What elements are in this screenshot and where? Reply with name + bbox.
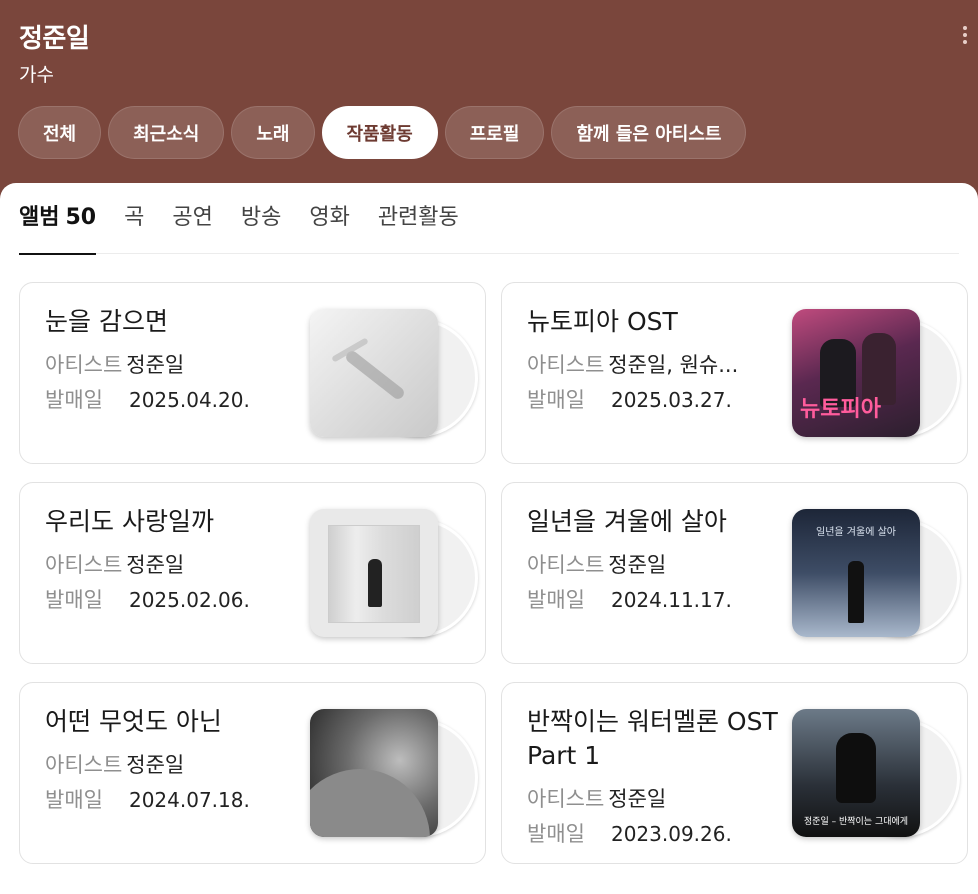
album-card[interactable]: 눈을 감으면 아티스트 정준일 발매일 2025.04.20. [19, 282, 486, 464]
release-label: 발매일 [527, 588, 585, 612]
album-date-row: 발매일 2025.02.06. [45, 584, 250, 614]
album-date-row: 발매일 2024.11.17. [527, 584, 732, 614]
album-artist-row: 아티스트 정준일, 원슈... [527, 349, 738, 379]
album-artist: 정준일, 원슈... [608, 353, 739, 377]
album-cover: 뉴토피아 [792, 309, 920, 437]
sub-tabs: 앨범 50 곡 공연 방송 영화 관련활동 [19, 200, 959, 255]
artist-label: 아티스트 [45, 753, 123, 777]
artist-label: 아티스트 [527, 353, 605, 377]
album-cover [310, 709, 438, 837]
tab-broadcasts[interactable]: 방송 [241, 200, 281, 254]
album-artist: 정준일 [126, 553, 185, 577]
chip-works[interactable]: 작품활동 [321, 106, 438, 159]
album-date: 2025.04.20. [128, 388, 250, 412]
tab-concerts[interactable]: 공연 [172, 200, 212, 254]
release-label: 발매일 [45, 588, 103, 612]
album-date-row: 발매일 2025.03.27. [527, 384, 732, 414]
album-card[interactable]: 우리도 사랑일까 아티스트 정준일 발매일 2025.02.06. [19, 482, 486, 664]
chip-news[interactable]: 최근소식 [108, 106, 225, 159]
album-card[interactable]: 어떤 무엇도 아닌 아티스트 정준일 발매일 2024.07.18. [19, 682, 486, 864]
album-date: 2023.09.26. [610, 822, 732, 846]
album-title: 뉴토피아 OST [527, 307, 678, 336]
album-artist-row: 아티스트 정준일 [527, 783, 666, 813]
album-card[interactable]: 일년을 겨울에 살아 아티스트 정준일 발매일 2024.11.17. 일년을 겨울… [501, 482, 968, 664]
album-cover [310, 309, 438, 437]
album-card[interactable]: 뉴토피아 OST 아티스트 정준일, 원슈... 발매일 2025.03.27. 뉴… [501, 282, 968, 464]
chip-songs[interactable]: 노래 [231, 106, 315, 159]
release-label: 발매일 [45, 788, 103, 812]
cover-caption: 정준일 – 반짝이는 그대에게 [803, 817, 909, 827]
album-date-row: 발매일 2023.09.26. [527, 818, 732, 848]
album-artist-row: 아티스트 정준일 [45, 349, 184, 379]
artist-label: 아티스트 [527, 553, 605, 577]
album-date-row: 발매일 2024.07.18. [45, 784, 250, 814]
cover-text: 일년을 겨울에 살아 [816, 527, 896, 538]
album-artist: 정준일 [608, 553, 667, 577]
album-title: 일년을 겨울에 살아 [527, 507, 727, 536]
album-artist-row: 아티스트 정준일 [527, 549, 666, 579]
album-date: 2025.02.06. [128, 588, 250, 612]
album-title: 눈을 감으면 [45, 307, 168, 336]
album-date: 2025.03.27. [610, 388, 732, 412]
chip-profile[interactable]: 프로필 [444, 106, 545, 159]
artist-label: 아티스트 [45, 553, 123, 577]
album-date-row: 발매일 2025.04.20. [45, 384, 250, 414]
more-vertical-icon[interactable] [958, 26, 972, 52]
category-chips: 전체 최근소식 노래 작품활동 프로필 함께 들은 아티스트 [18, 106, 747, 159]
chip-all[interactable]: 전체 [18, 106, 102, 159]
tab-albums-count: 50 [65, 205, 97, 230]
album-cover: 일년을 겨울에 살아 [792, 509, 920, 637]
album-card[interactable]: 반짝이는 워터멜론 OST Part 1 아티스트 정준일 발매일 2023.09.… [501, 682, 968, 864]
album-cover: 정준일 – 반짝이는 그대에게 [792, 709, 920, 837]
release-label: 발매일 [527, 388, 585, 412]
chip-related-artists[interactable]: 함께 들은 아티스트 [551, 106, 747, 159]
cover-logo-text: 뉴토피아 [800, 397, 881, 422]
album-artist: 정준일 [608, 787, 667, 811]
album-title: 반짝이는 워터멜론 OST Part 1 [527, 707, 778, 770]
artist-name: 정준일 [19, 24, 90, 54]
album-artist-row: 아티스트 정준일 [45, 549, 184, 579]
tab-albums[interactable]: 앨범 50 [19, 200, 97, 255]
release-label: 발매일 [45, 388, 103, 412]
album-cover [310, 509, 438, 637]
tab-albums-label: 앨범 [19, 205, 60, 230]
artist-label: 아티스트 [45, 353, 123, 377]
album-title: 어떤 무엇도 아닌 [45, 707, 222, 736]
release-label: 발매일 [527, 822, 585, 846]
artist-label: 아티스트 [527, 787, 605, 811]
album-date: 2024.11.17. [610, 588, 732, 612]
tab-movies[interactable]: 영화 [309, 200, 349, 254]
album-title: 우리도 사랑일까 [45, 507, 214, 536]
album-artist: 정준일 [126, 353, 185, 377]
album-artist-row: 아티스트 정준일 [45, 749, 184, 779]
artist-role: 가수 [19, 64, 54, 86]
album-artist: 정준일 [126, 753, 185, 777]
artist-header: 정준일 가수 전체 최근소식 노래 작품활동 프로필 함께 들은 아티스트 [0, 0, 978, 200]
tab-related-activities[interactable]: 관련활동 [378, 200, 459, 254]
tab-tracks[interactable]: 곡 [124, 200, 144, 254]
album-date: 2024.07.18. [128, 788, 250, 812]
